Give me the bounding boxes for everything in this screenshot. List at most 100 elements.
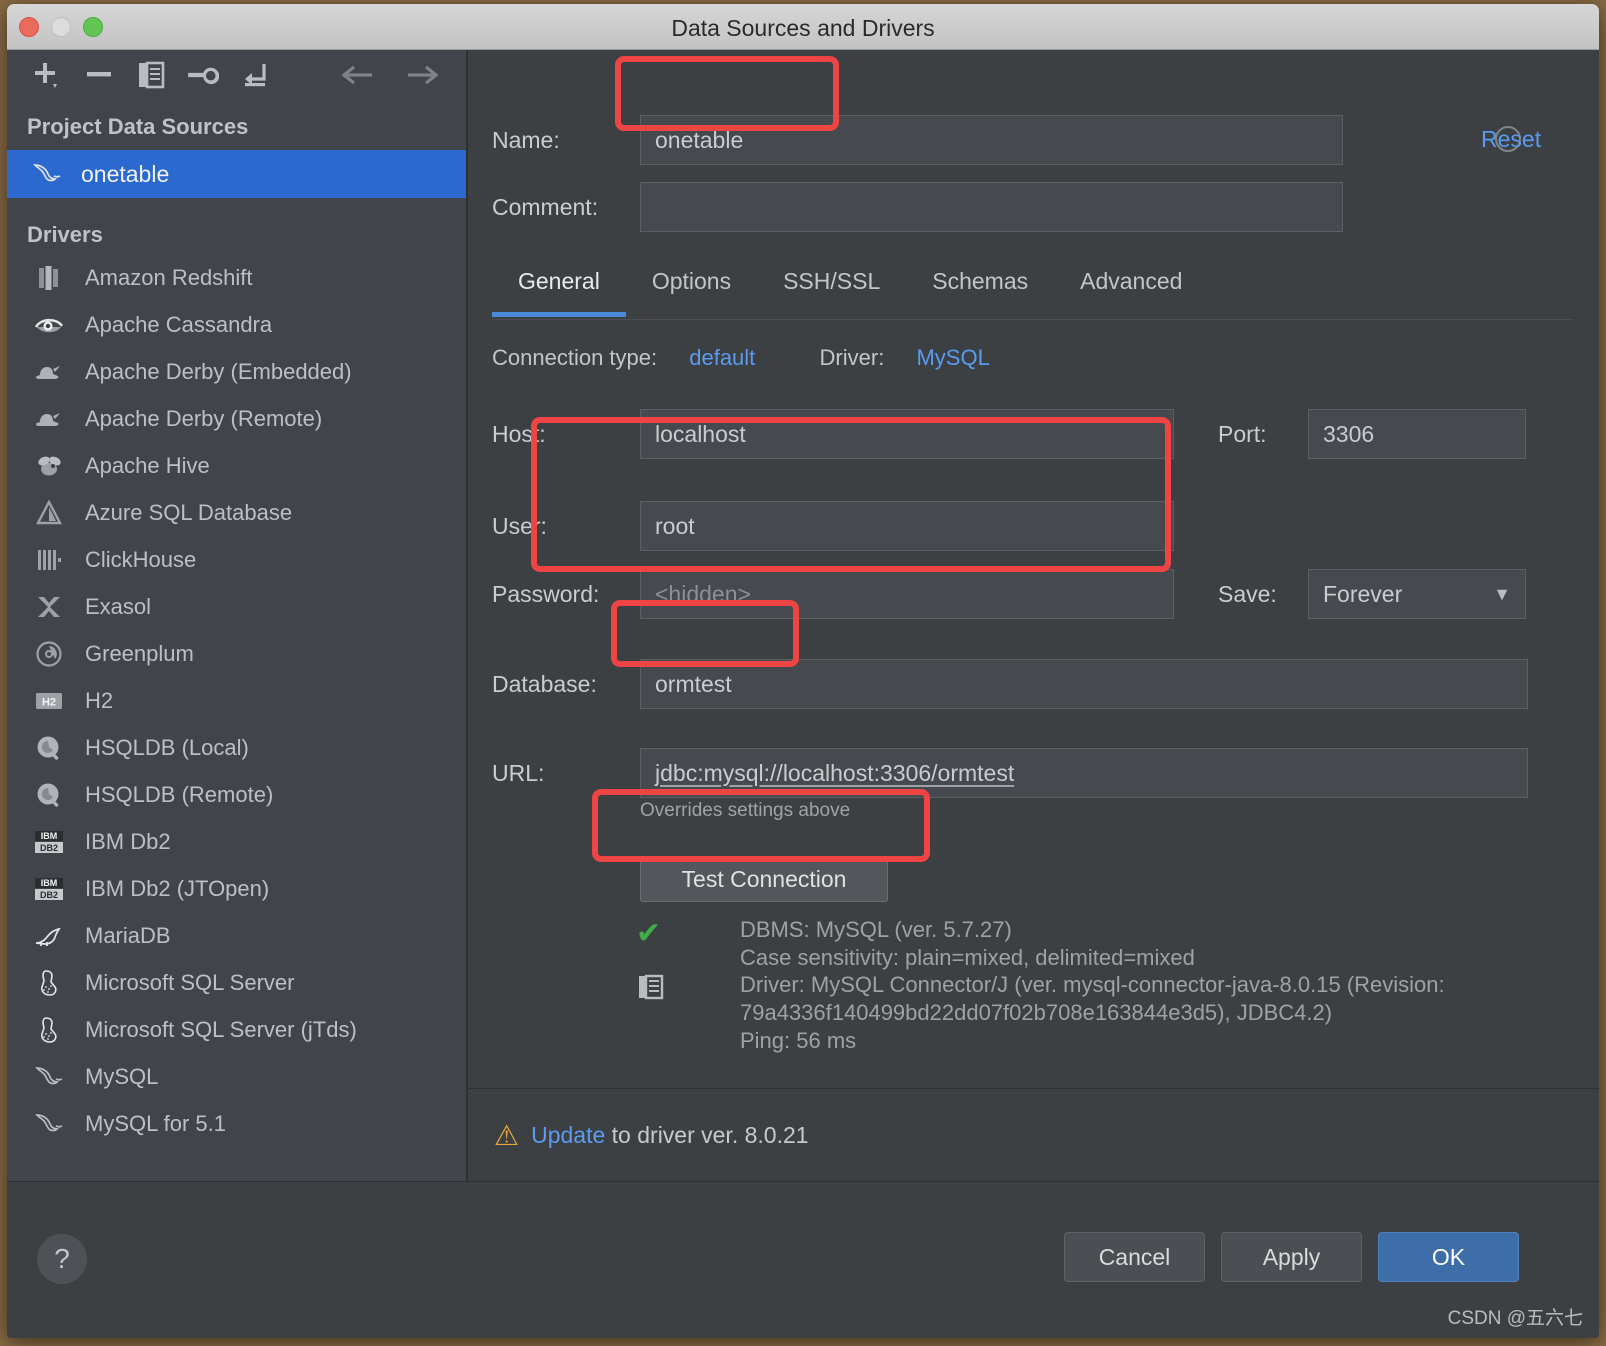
save-select[interactable]: Forever ▼ bbox=[1308, 569, 1526, 619]
driver-list-item[interactable]: Azure SQL Database bbox=[7, 489, 466, 536]
comment-label: Comment: bbox=[492, 193, 599, 220]
driver-list-item[interactable]: Apache Derby (Embedded) bbox=[7, 348, 466, 395]
driver-label: HSQLDB (Remote) bbox=[85, 781, 274, 807]
url-input[interactable]: jdbc:mysql://localhost:3306/ormtest bbox=[640, 748, 1528, 798]
add-button[interactable] bbox=[21, 52, 73, 98]
url-value: jdbc:mysql://localhost:3306/ormtest bbox=[655, 759, 1015, 786]
copy-icon[interactable] bbox=[638, 974, 666, 1009]
tab-options[interactable]: Options bbox=[626, 260, 757, 303]
driver-list-item[interactable]: ClickHouse bbox=[7, 536, 466, 583]
driver-label: Apache Derby (Remote) bbox=[85, 405, 323, 431]
driver-label: H2 bbox=[85, 687, 114, 713]
save-row: Save: Forever ▼ bbox=[1218, 569, 1526, 619]
driver-list-item[interactable]: IBM DB2 IBM Db2 (JTOpen) bbox=[7, 865, 466, 912]
svg-text:DB2: DB2 bbox=[40, 890, 58, 900]
port-row: Port: 3306 bbox=[1218, 409, 1526, 459]
drivers-header: Drivers bbox=[27, 222, 103, 247]
hsqldb-icon bbox=[33, 732, 65, 764]
help-button[interactable]: ? bbox=[37, 1234, 87, 1284]
tab-schemas[interactable]: Schemas bbox=[906, 260, 1054, 303]
h2-badge-icon: H2 bbox=[33, 685, 65, 717]
cassandra-eye-icon bbox=[33, 309, 65, 341]
data-source-item-onetable[interactable]: onetable bbox=[7, 150, 466, 198]
tab-bar: General Options SSH/SSL Schemas Advanced bbox=[492, 260, 1208, 317]
driver-list-item[interactable]: Microsoft SQL Server (jTds) bbox=[7, 1006, 466, 1053]
driver-list-item[interactable]: MySQL bbox=[7, 1053, 466, 1100]
settings-panel: Name: onetable Reset Comment: General Opt… bbox=[468, 50, 1599, 1181]
duplicate-button[interactable] bbox=[125, 52, 177, 98]
derby-hat-icon bbox=[33, 356, 65, 388]
reset-link[interactable]: Reset bbox=[1481, 126, 1541, 153]
driver-list-item[interactable]: MySQL for 5.1 bbox=[7, 1100, 466, 1147]
update-rest-text: to driver ver. 8.0.21 bbox=[605, 1121, 809, 1148]
port-input[interactable]: 3306 bbox=[1308, 409, 1526, 459]
exasol-x-icon bbox=[33, 591, 65, 623]
update-link[interactable]: Update bbox=[531, 1122, 605, 1148]
driver-list-item[interactable]: Exasol bbox=[7, 583, 466, 630]
driver-list-item[interactable]: Apache Cassandra bbox=[7, 301, 466, 348]
mysql-dolphin-icon bbox=[33, 1108, 65, 1140]
host-label: Host: bbox=[492, 420, 546, 447]
warning-triangle-icon: ⚠ bbox=[494, 1119, 520, 1151]
comment-input[interactable] bbox=[640, 182, 1343, 232]
database-input[interactable]: ormtest bbox=[640, 659, 1528, 709]
password-input[interactable]: <hidden> bbox=[640, 569, 1174, 619]
forward-button[interactable] bbox=[396, 52, 448, 98]
apply-button[interactable]: Apply bbox=[1221, 1232, 1362, 1282]
comment-row: Comment: bbox=[492, 182, 1343, 232]
driver-label: ClickHouse bbox=[85, 546, 197, 572]
connection-status-text: DBMS: MySQL (ver. 5.7.27) Case sensitivi… bbox=[740, 917, 1445, 1053]
driver-list-item[interactable]: Greenplum bbox=[7, 630, 466, 677]
save-select-value: Forever bbox=[1323, 580, 1403, 607]
cancel-button[interactable]: Cancel bbox=[1064, 1232, 1205, 1282]
tab-ssh-ssl[interactable]: SSH/SSL bbox=[757, 260, 906, 303]
driver-list-item[interactable]: HSQLDB (Remote) bbox=[7, 771, 466, 818]
driver-value[interactable]: MySQL bbox=[916, 345, 989, 370]
database-label: Database: bbox=[492, 670, 597, 697]
chevron-down-icon: ▼ bbox=[1493, 584, 1511, 604]
dialog-footer: ? Cancel Apply OK CSDN @五六七 bbox=[7, 1181, 1599, 1338]
driver-list-item[interactable]: H2 H2 bbox=[7, 677, 466, 724]
svg-text:IBM: IBM bbox=[41, 878, 58, 888]
driver-list-item[interactable]: Microsoft SQL Server bbox=[7, 959, 466, 1006]
user-input[interactable]: root bbox=[640, 501, 1174, 551]
tab-advanced[interactable]: Advanced bbox=[1054, 260, 1208, 303]
driver-list-item[interactable]: Apache Hive bbox=[7, 442, 466, 489]
azure-triangle-icon bbox=[33, 497, 65, 529]
driver-label: HSQLDB (Local) bbox=[85, 734, 249, 760]
driver-label: Amazon Redshift bbox=[85, 264, 253, 290]
sidebar-toolbar bbox=[7, 50, 466, 100]
driver-label: Greenplum bbox=[85, 640, 194, 666]
host-input[interactable]: localhost bbox=[640, 409, 1174, 459]
driver-label: IBM Db2 (JTOpen) bbox=[85, 875, 270, 901]
driver-list-item[interactable]: HSQLDB (Local) bbox=[7, 724, 466, 771]
back-button[interactable] bbox=[332, 52, 384, 98]
driver-list-item[interactable]: Amazon Redshift bbox=[7, 254, 466, 301]
driver-list-item[interactable]: IBM DB2 IBM Db2 bbox=[7, 818, 466, 865]
mysql-dolphin-icon bbox=[31, 158, 63, 190]
driver-list-item[interactable]: Apache Derby (Remote) bbox=[7, 395, 466, 442]
ok-button[interactable]: OK bbox=[1378, 1232, 1519, 1282]
remove-button[interactable] bbox=[73, 52, 125, 98]
name-input[interactable]: onetable bbox=[640, 115, 1343, 165]
data-sources-list: onetable bbox=[7, 150, 466, 198]
hsqldb-icon bbox=[33, 779, 65, 811]
greenplum-circle-icon bbox=[33, 638, 65, 670]
password-label: Password: bbox=[492, 580, 600, 607]
database-row: Database: ormtest bbox=[492, 659, 1528, 709]
driver-list-item[interactable]: MariaDB bbox=[7, 912, 466, 959]
clickhouse-bars-icon bbox=[33, 544, 65, 576]
connection-info-line: Connection type: default Driver: MySQL bbox=[492, 345, 990, 371]
svg-text:DB2: DB2 bbox=[40, 843, 58, 853]
connection-type-value[interactable]: default bbox=[689, 345, 755, 370]
test-connection-button[interactable]: Test Connection bbox=[640, 856, 888, 902]
properties-button[interactable] bbox=[177, 52, 229, 98]
driver-label: Azure SQL Database bbox=[85, 499, 293, 525]
tab-general[interactable]: General bbox=[492, 260, 626, 317]
window-titlebar: Data Sources and Drivers bbox=[7, 4, 1599, 50]
project-data-sources-header: Project Data Sources bbox=[27, 114, 249, 139]
svg-text:IBM: IBM bbox=[41, 831, 58, 841]
watermark: CSDN @五六七 bbox=[1447, 1308, 1583, 1329]
ibm-db2-icon: IBM DB2 bbox=[33, 826, 65, 858]
import-button[interactable] bbox=[229, 52, 281, 98]
